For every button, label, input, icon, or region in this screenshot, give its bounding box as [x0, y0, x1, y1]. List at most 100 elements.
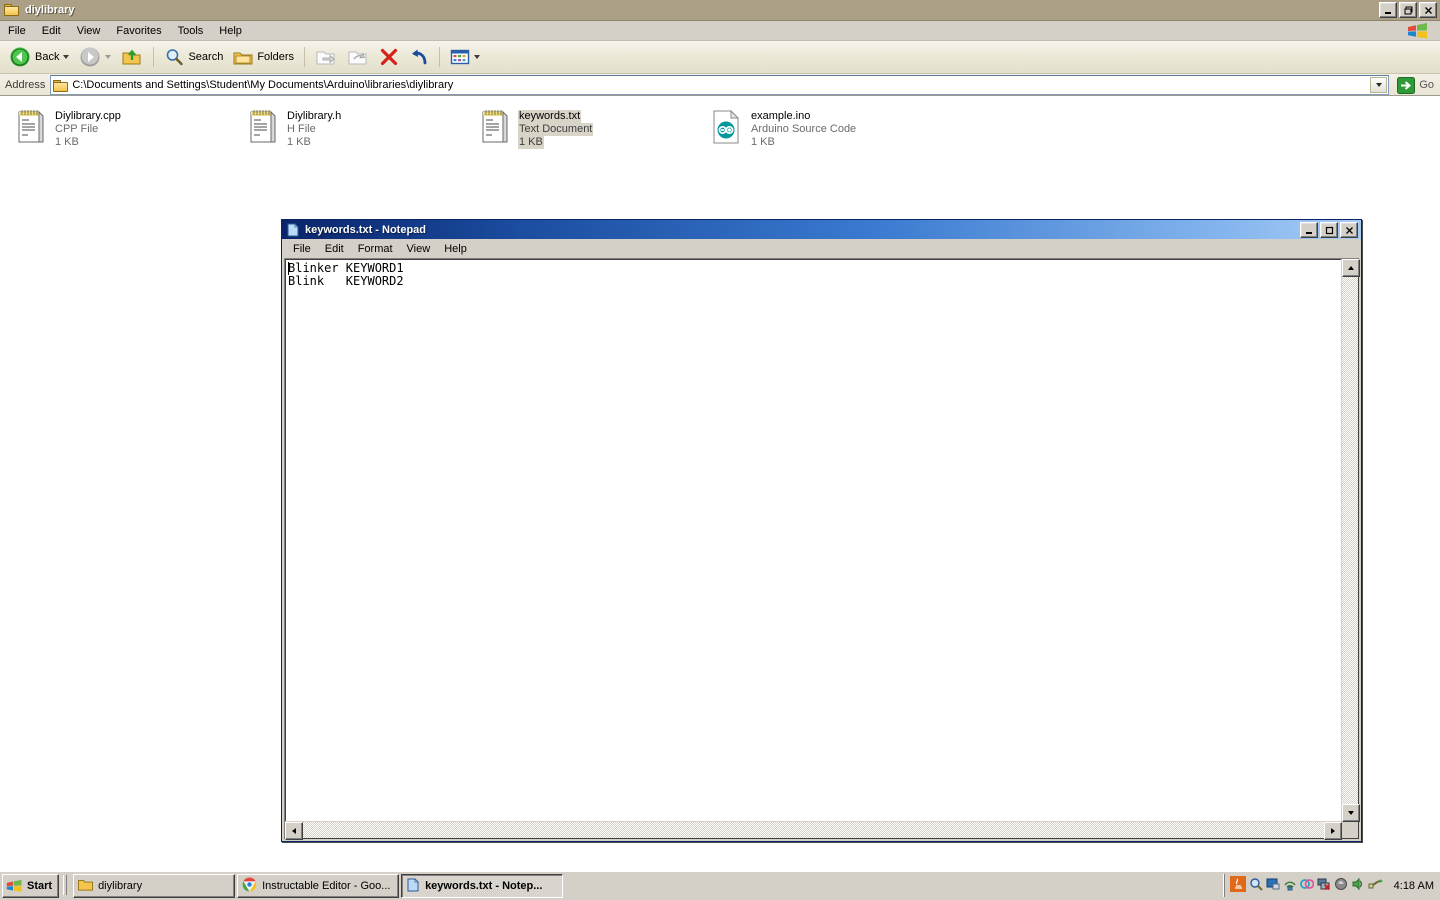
notepad-vertical-scrollbar[interactable] [1341, 259, 1360, 822]
address-path-text: C:\Documents and Settings\Student\My Doc… [72, 79, 454, 91]
explorer-minimize-button[interactable] [1379, 2, 1397, 18]
copy-to-button[interactable] [342, 44, 374, 70]
back-dropdown-icon[interactable] [63, 55, 70, 59]
taskbar-button-keywords-notepad[interactable]: keywords.txt - Notep... [401, 874, 564, 898]
notepad-titlebar[interactable]: keywords.txt - Notepad [282, 220, 1361, 239]
notepad-menu-help[interactable]: Help [437, 241, 474, 257]
notepad-close-button[interactable] [1340, 222, 1358, 238]
file-item-diylibrary-cpp[interactable]: Diylibrary.cpp CPP File 1 KB [0, 104, 232, 149]
menu-favorites[interactable]: Favorites [108, 23, 169, 39]
scroll-up-button[interactable] [1342, 259, 1360, 277]
notepad-document-icon [246, 108, 278, 146]
taskbar-button-label: Instructable Editor - Goo... [262, 880, 391, 892]
system-tray: 4:18 AM [1223, 874, 1440, 897]
scrollbar-corner [1342, 822, 1358, 838]
notepad-menubar: File Edit Format View Help [282, 239, 1361, 258]
notepad-window-controls [1300, 222, 1358, 238]
display-icon[interactable] [1266, 877, 1280, 894]
file-size: 1 KB [287, 136, 311, 148]
explorer-close-button[interactable] [1419, 2, 1437, 18]
network-disconnected-icon[interactable] [1317, 877, 1331, 894]
search-button[interactable]: Search [159, 44, 228, 70]
go-button[interactable]: Go [1393, 76, 1438, 94]
notepad-icon [286, 222, 300, 237]
views-dropdown-icon[interactable] [474, 55, 481, 59]
forward-arrow-icon [80, 47, 100, 67]
notepad-maximize-button[interactable] [1320, 222, 1338, 238]
start-button-label: Start [27, 880, 53, 892]
scroll-right-button[interactable] [1324, 822, 1342, 840]
notepad-window: keywords.txt - Notepad File Edit Format … [281, 219, 1362, 842]
taskbar-button-instructable-editor[interactable]: Instructable Editor - Goo... [237, 874, 400, 898]
file-item-diylibrary-h[interactable]: Diylibrary.h H File 1 KB [232, 104, 464, 149]
file-meta: example.ino Arduino Source Code 1 KB [750, 108, 857, 149]
shield-icon[interactable] [1334, 877, 1348, 894]
folders-button-label: Folders [257, 51, 295, 63]
scroll-down-button[interactable] [1342, 804, 1360, 822]
notepad-menu-file[interactable]: File [286, 241, 318, 257]
taskbar-button-label: diylibrary [98, 880, 143, 892]
file-name: Diylibrary.h [287, 110, 342, 122]
java-icon[interactable] [1229, 876, 1246, 895]
folders-button[interactable]: Folders [228, 44, 299, 70]
file-item-example-ino[interactable]: example.ino Arduino Source Code 1 KB [696, 104, 928, 149]
file-type: H File [287, 123, 316, 135]
file-item-keywords-txt[interactable]: keywords.txt Text Document 1 KB [464, 104, 696, 149]
notepad-menu-edit[interactable]: Edit [318, 241, 351, 257]
scroll-left-button[interactable] [285, 822, 303, 840]
notepad-text-area[interactable]: Blinker KEYWORD1 Blink KEYWORD2 [284, 258, 1360, 840]
notepad-horizontal-scrollbar[interactable] [285, 821, 1342, 840]
copy-to-folder-icon [348, 51, 367, 65]
file-type: CPP File [55, 123, 99, 135]
menu-edit[interactable]: Edit [34, 23, 69, 39]
address-dropdown-button[interactable] [1370, 77, 1388, 93]
volume-icon[interactable] [1351, 877, 1365, 894]
up-button[interactable] [116, 44, 148, 70]
taskbar: Start diylibrary Instructable Editor - G… [0, 871, 1440, 900]
back-button-label: Back [35, 51, 60, 63]
file-row: Diylibrary.cpp CPP File 1 KB Diylibrary.… [0, 96, 1440, 149]
explorer-toolbar: Back Search Folders [0, 41, 1440, 74]
address-input[interactable]: C:\Documents and Settings\Student\My Doc… [50, 75, 1390, 95]
back-arrow-icon [10, 47, 30, 67]
notepad-document-icon [14, 108, 46, 146]
toolbar-separator [153, 47, 155, 67]
windows-flag-icon [6, 879, 22, 892]
toolbar-separator-2 [304, 47, 306, 67]
views-button[interactable] [445, 44, 485, 70]
wireless-icon[interactable] [1283, 877, 1297, 894]
file-type: Text Document [518, 123, 594, 136]
taskbar-button-diylibrary[interactable]: diylibrary [73, 874, 236, 898]
move-to-button[interactable] [310, 44, 342, 70]
views-icon [450, 49, 470, 65]
menu-view[interactable]: View [69, 23, 109, 39]
undo-icon [412, 49, 427, 65]
go-arrow-icon [1397, 76, 1416, 94]
notepad-minimize-button[interactable] [1300, 222, 1318, 238]
back-button[interactable]: Back [4, 44, 74, 70]
file-meta: Diylibrary.h H File 1 KB [286, 108, 342, 149]
messenger-icon[interactable] [1299, 877, 1315, 894]
notepad-menu-format[interactable]: Format [351, 241, 400, 257]
toolbar-separator-3 [439, 47, 441, 67]
delete-button[interactable] [374, 44, 404, 70]
safely-remove-hardware-icon[interactable] [1368, 877, 1384, 894]
menu-tools[interactable]: Tools [170, 23, 212, 39]
magnifier-icon[interactable] [1249, 877, 1263, 894]
start-button[interactable]: Start [2, 874, 60, 898]
address-bar: Address C:\Documents and Settings\Studen… [0, 74, 1440, 97]
file-type: Arduino Source Code [751, 123, 857, 135]
folders-icon [233, 52, 253, 65]
file-name: keywords.txt [518, 110, 582, 123]
undo-button[interactable] [404, 44, 434, 70]
file-size: 1 KB [55, 136, 79, 148]
explorer-restore-button[interactable] [1399, 2, 1417, 18]
go-button-label: Go [1419, 79, 1434, 91]
notepad-menu-view[interactable]: View [400, 241, 438, 257]
menu-help[interactable]: Help [211, 23, 250, 39]
taskbar-grip[interactable] [63, 875, 69, 897]
forward-dropdown-icon[interactable] [105, 55, 112, 59]
forward-button[interactable] [74, 44, 116, 70]
menu-file[interactable]: File [0, 23, 34, 39]
taskbar-clock[interactable]: 4:18 AM [1394, 880, 1434, 892]
